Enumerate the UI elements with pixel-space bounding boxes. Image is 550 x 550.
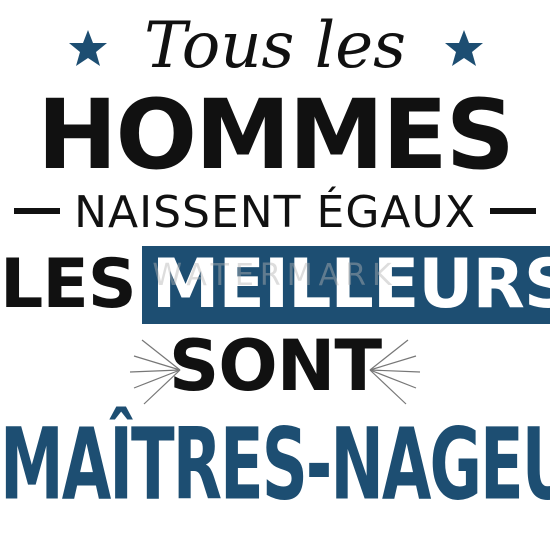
headline-tous-les: Tous les — [144, 9, 406, 83]
headline-maitres-nageurs: MAÎTRES-NAGEURS — [0, 408, 550, 524]
design-canvas: Tous les HOMMES NAISSENT ÉGAUX LES MEILLE… — [0, 0, 550, 550]
right-dash — [489, 208, 536, 214]
headline-hommes: HOMMES — [37, 79, 515, 191]
headline-naissent-egaux: NAISSENT ÉGAUX — [0, 188, 550, 238]
watermark: WATERMARK — [152, 258, 398, 293]
naissent-egaux-text: NAISSENT ÉGAUX — [74, 187, 476, 238]
left-dash — [14, 208, 61, 214]
